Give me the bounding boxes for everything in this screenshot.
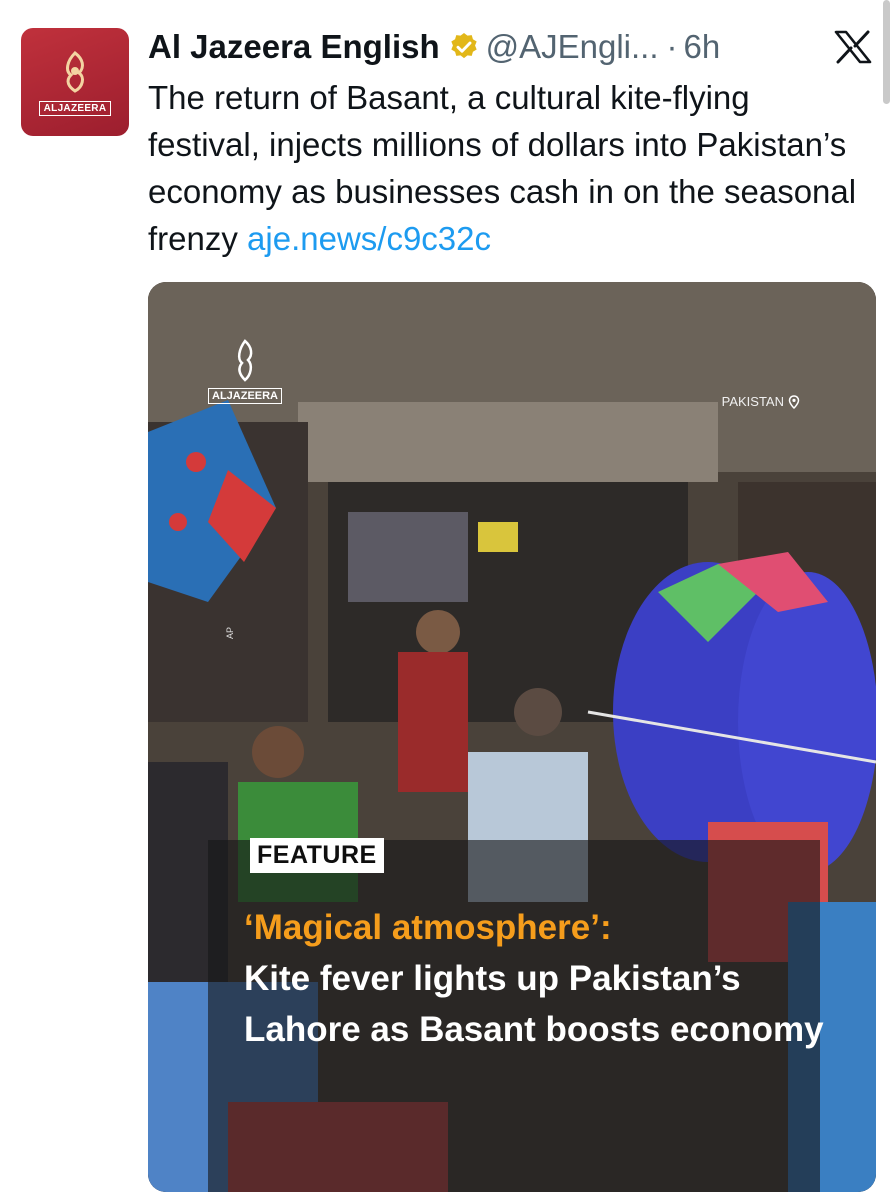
headline-rest: Kite fever lights up Pakistan’s Lahore a…	[244, 959, 824, 1049]
location-pin-icon	[788, 394, 800, 409]
overlay-logo-label: ALJAZEERA	[208, 388, 283, 404]
avatar-label: ALJAZEERA	[38, 100, 112, 116]
media-headline: ‘Magical atmosphere’: Kite fever lights …	[244, 902, 824, 1055]
tweet-media[interactable]: ALJAZEERA PAKISTAN AP FEATURE ‘Magical a…	[148, 282, 876, 1192]
feature-tag: FEATURE	[250, 838, 384, 873]
scrollbar[interactable]	[883, 0, 890, 104]
timestamp[interactable]: 6h	[684, 28, 721, 66]
x-logo-icon[interactable]	[834, 30, 872, 64]
headline-accent: ‘Magical atmosphere’:	[244, 908, 612, 947]
separator: ·	[666, 28, 678, 65]
location-label: PAKISTAN	[721, 394, 784, 409]
aljazeera-logo-icon	[237, 339, 253, 382]
avatar[interactable]: ALJAZEERA	[21, 28, 129, 136]
tweet-link[interactable]: aje.news/c9c32c	[247, 220, 491, 257]
verified-badge-icon	[450, 33, 477, 59]
tweet-text: The return of Basant, a cultural kite-fl…	[148, 74, 868, 262]
aljazeera-logo-icon	[66, 50, 84, 93]
location-tag: PAKISTAN	[722, 394, 800, 409]
photo-credit: AP	[225, 626, 236, 640]
tweet-header: Al Jazeera English @AJEngli... · 6h	[148, 26, 866, 68]
overlay-logo: ALJAZEERA	[208, 338, 283, 404]
account-handle[interactable]: @AJEngli...	[486, 28, 659, 66]
account-name[interactable]: Al Jazeera English	[148, 28, 440, 66]
